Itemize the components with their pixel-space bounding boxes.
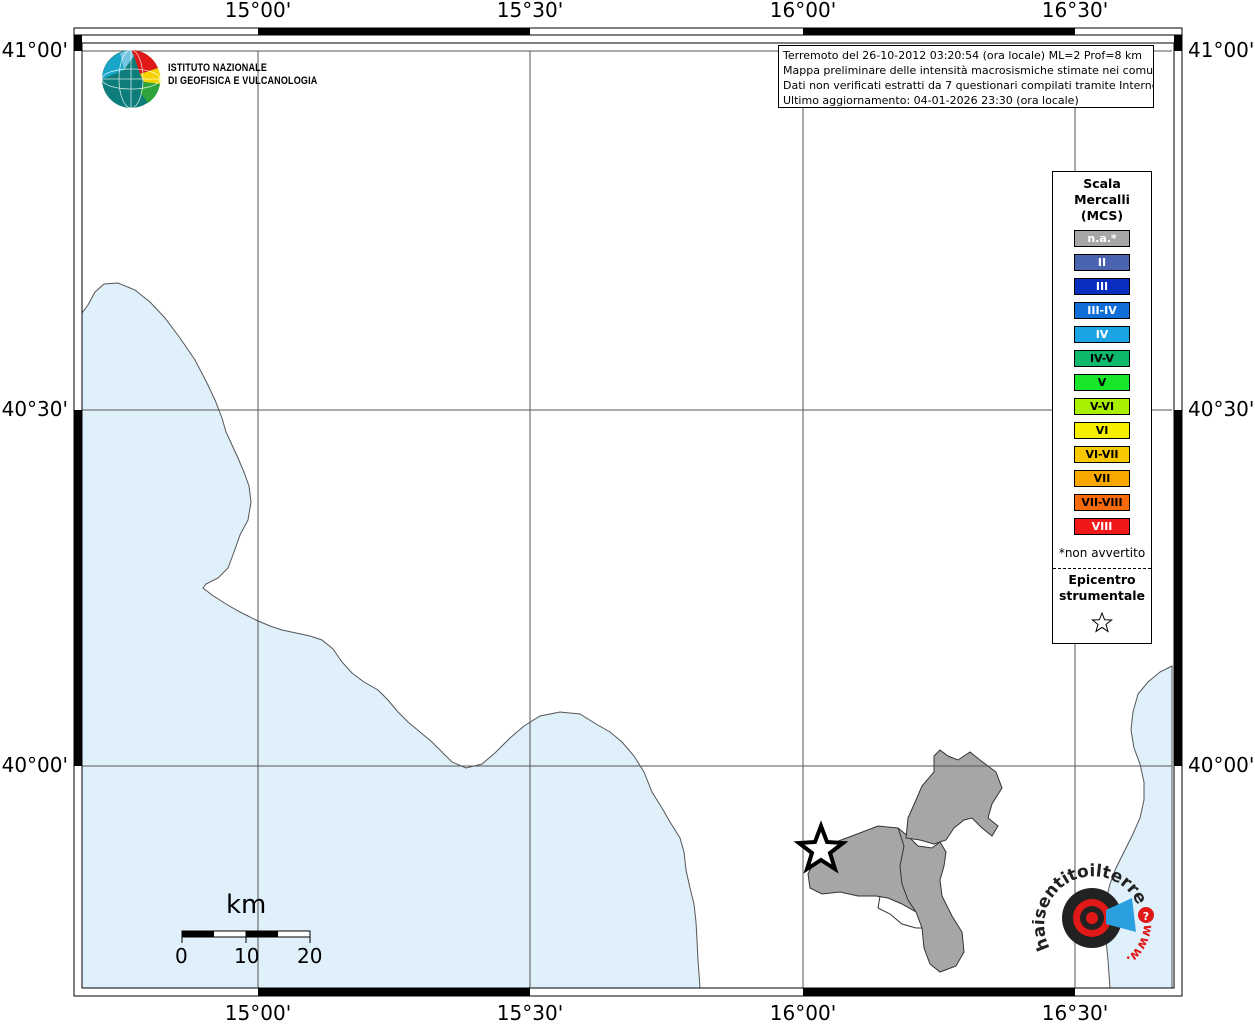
scale-bar-tick-0: 0 [175,944,188,968]
earthquake-info-box: Terremoto del 26-10-2012 03:20:54 (ora l… [778,45,1154,108]
lat-label-left-3: 40°00' [1,753,68,777]
institute-name: ISTITUTO NAZIONALE DI GEOFISICA E VULCAN… [168,62,317,88]
legend-epicenter-line1: Epicentro [1068,572,1136,587]
institute-name-line2: DI GEOFISICA E VULCANOLOGIA [168,75,318,87]
lon-label-top-3: 16°00' [769,0,837,22]
lon-label-bottom-2: 15°30' [496,1001,564,1025]
lon-label-bottom-3: 16°00' [769,1001,837,1025]
legend-swatch-vii-viii: VII-VIII [1074,494,1130,511]
intensity-legend: Scala Mercalli (MCS) n.a.* II III III-IV IV I… [1052,171,1152,644]
info-line-4: Ultimo aggiornamento: 04-01-2026 23:30 (… [783,94,1079,107]
legend-swatch-iv-v: IV-V [1074,350,1130,367]
info-line-2: Mappa preliminare delle intensità macros… [783,64,1154,77]
institute-name-line1: ISTITUTO NAZIONALE [168,62,268,74]
legend-swatch-v-vi: V-VI [1074,398,1130,415]
legend-epicenter-line2: strumentale [1058,588,1146,603]
hst-logo-www: www. [1123,923,1155,966]
scale-bar-tick-20: 20 [297,944,323,968]
scale-bar-unit: km [226,890,267,920]
legend-title-line2: Mercalli [1074,192,1130,207]
lat-label-right-2: 40°30' [1188,397,1255,421]
legend-note: *non avvertito [1058,546,1146,560]
info-line-1: Terremoto del 26-10-2012 03:20:54 (ora l… [783,49,1143,62]
lat-label-right-3: 40°00' [1188,753,1255,777]
legend-title-line1: Scala [1083,176,1121,191]
legend-separator [1053,568,1151,569]
lon-label-top-2: 15°30' [496,0,564,22]
legend-swatch-vii: VII [1074,470,1130,487]
legend-swatch-v: V [1074,374,1130,391]
lon-label-top-1: 15°00' [224,0,292,22]
legend-swatch-vi: VI [1074,422,1130,439]
lat-label-right-1: 41°00' [1188,38,1255,62]
legend-swatch-viii: VIII [1074,518,1130,535]
lat-label-left-1: 41°00' [1,38,68,62]
legend-title-line3: (MCS) [1080,208,1124,223]
info-line-3: Dati non verificati estratti da 7 questi… [783,79,1154,92]
legend-title: Scala Mercalli (MCS) [1053,176,1151,224]
legend-swatch-iv: IV [1074,326,1130,343]
legend-swatch-iii: III [1074,278,1130,295]
legend-swatch-n-a: n.a.* [1074,230,1130,247]
globe-icon [101,49,161,109]
legend-swatch-vi-vii: VI-VII [1074,446,1130,463]
legend-star-icon [1091,611,1113,633]
hst-logo: haisentitoilterremoto.it www. ? [1032,862,1155,967]
lon-label-bottom-4: 16°30' [1041,1001,1109,1025]
target-icon [1062,888,1136,948]
legend-swatch-iii-iv: III-IV [1074,302,1130,319]
lon-label-top-4: 16°30' [1041,0,1109,22]
question-mark: ? [1143,910,1149,923]
legend-epicenter-label: Epicentro strumentale [1053,572,1151,604]
legend-swatch-ii: II [1074,254,1130,271]
lat-label-left-2: 40°30' [1,397,68,421]
scale-bar-tick-10: 10 [234,944,260,968]
lon-label-bottom-1: 15°00' [224,1001,292,1025]
